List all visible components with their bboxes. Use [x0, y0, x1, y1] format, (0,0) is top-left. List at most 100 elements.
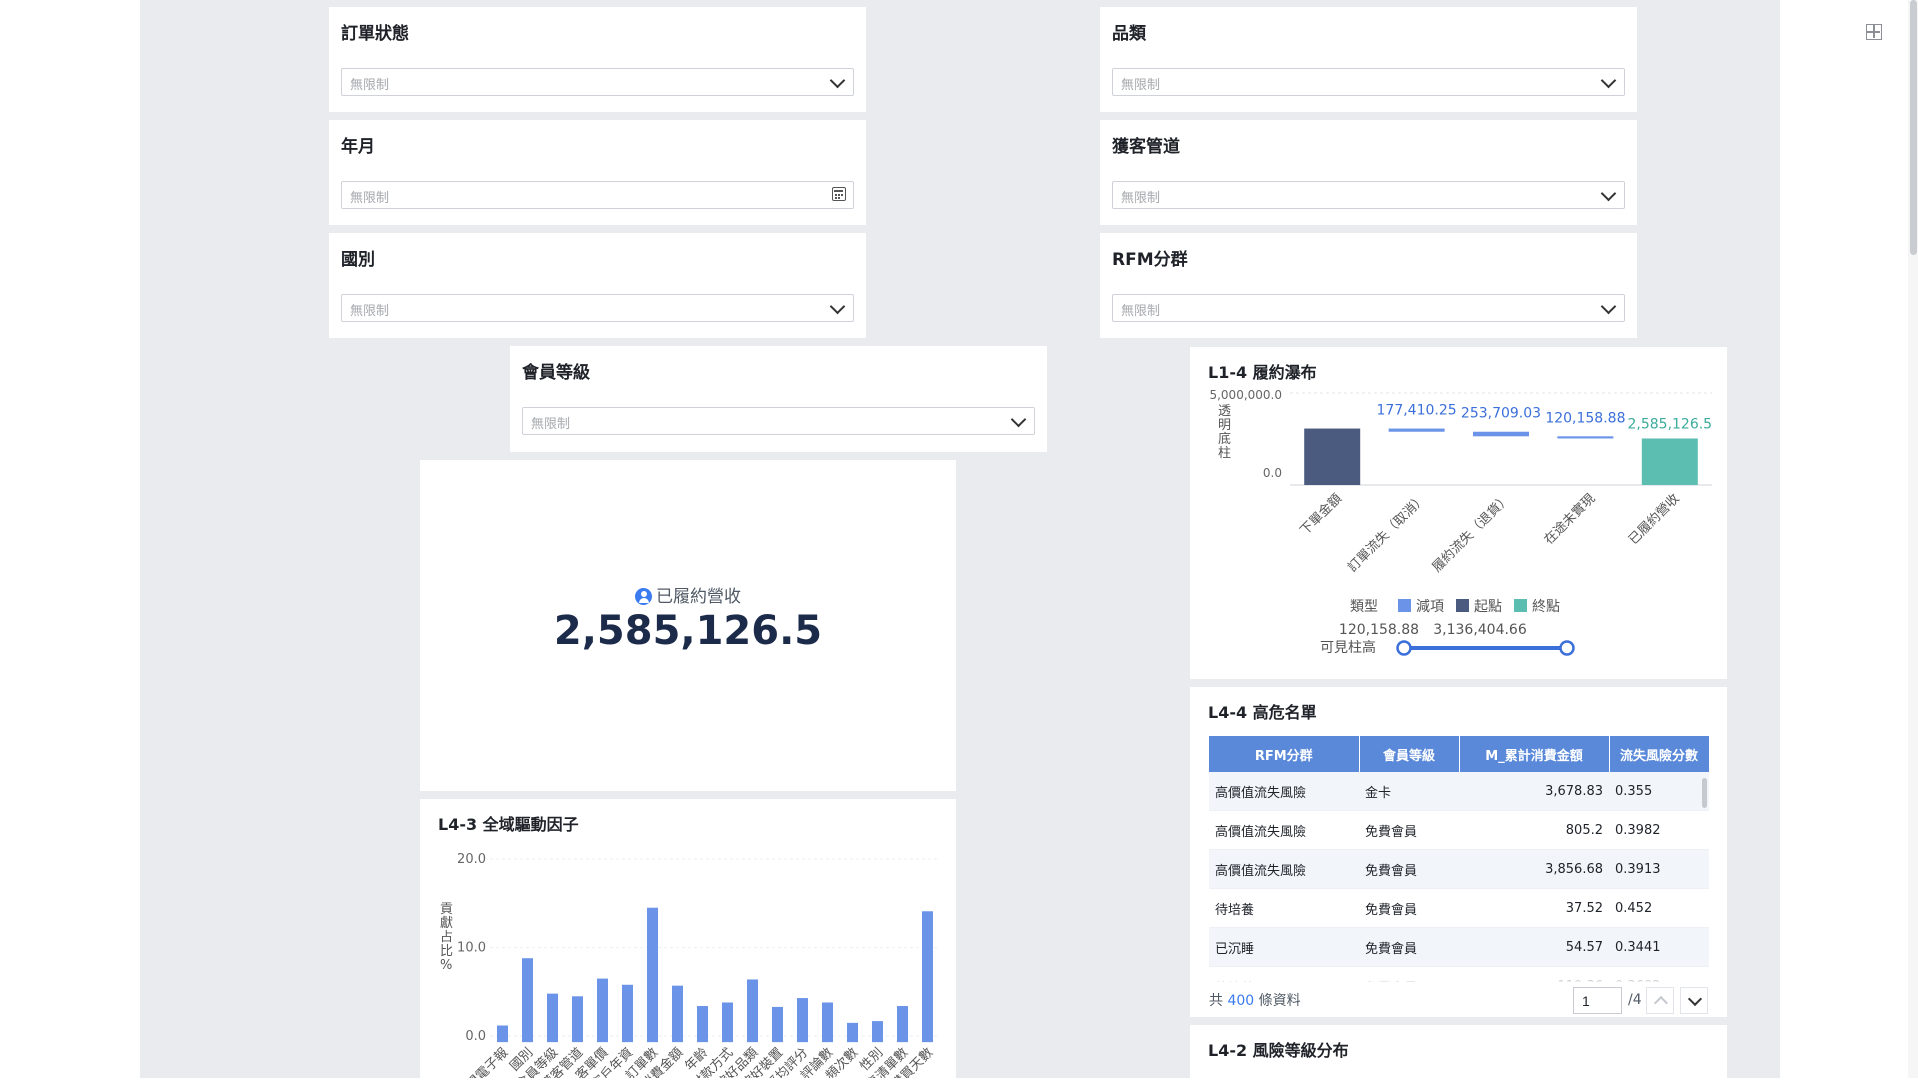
- filter-title: 獲客管道: [1112, 137, 1180, 157]
- driver-bar[interactable]: [747, 979, 758, 1043]
- table-cell: 免費會員: [1359, 849, 1459, 889]
- range-slider-min-handle[interactable]: [1396, 640, 1412, 656]
- table-cell: 高價值流失風險: [1209, 810, 1359, 850]
- page-scrollbar-thumb[interactable]: [1910, 0, 1917, 255]
- legend-label[interactable]: 起點: [1474, 599, 1502, 615]
- legend-swatch[interactable]: [1456, 599, 1469, 612]
- chevron-down-icon: [1600, 185, 1617, 202]
- select-placeholder: 無限制: [1121, 191, 1161, 206]
- waterfall-bar[interactable]: [1388, 428, 1445, 432]
- driver-bar[interactable]: [922, 911, 933, 1043]
- filter-channel: 獲客管道 無限制: [1100, 120, 1637, 225]
- driver-bar[interactable]: [572, 996, 583, 1043]
- filter-title: 品類: [1112, 24, 1146, 44]
- driver-bar[interactable]: [822, 1002, 833, 1043]
- table-row[interactable]: 高價值流失風險 金卡 3,678.83 0.355: [1209, 772, 1709, 811]
- category-select[interactable]: 無限制: [1112, 68, 1625, 96]
- table-row[interactable]: 已沉睡 免費會員 54.57 0.3441: [1209, 927, 1709, 967]
- waterfall-bar[interactable]: [1473, 431, 1529, 437]
- channel-select[interactable]: 無限制: [1112, 181, 1625, 209]
- legend-label[interactable]: 終點: [1532, 599, 1560, 615]
- driver-bar[interactable]: [697, 1006, 708, 1043]
- waterfall-bar[interactable]: [1557, 436, 1614, 439]
- driver-bar[interactable]: [622, 984, 633, 1043]
- member-level-select[interactable]: 無限制: [522, 407, 1035, 435]
- waterfall-bar[interactable]: [1304, 428, 1361, 485]
- driver-bar[interactable]: [597, 978, 608, 1043]
- page-number-input[interactable]: [1573, 987, 1622, 1014]
- order-status-select[interactable]: 無限制: [341, 68, 854, 96]
- total-count: 400: [1227, 993, 1255, 1009]
- x-tick-label: 下單金額: [1297, 491, 1345, 539]
- table-cell: 0.355: [1609, 772, 1709, 811]
- legend-label[interactable]: 減項: [1416, 598, 1444, 615]
- table-cell: 免費會員: [1359, 927, 1459, 967]
- column-header[interactable]: 會員等級: [1359, 736, 1460, 772]
- driver-bar[interactable]: [722, 1002, 733, 1043]
- table-row[interactable]: 待培養 免費會員 37.52 0.452: [1209, 888, 1709, 928]
- column-header[interactable]: M_累計消費金額: [1459, 736, 1610, 772]
- column-header[interactable]: RFM分群: [1209, 736, 1360, 772]
- right-gutter: [1780, 0, 1918, 1078]
- rfm-select[interactable]: 無限制: [1112, 294, 1625, 322]
- country-select[interactable]: 無限制: [341, 294, 854, 322]
- driver-bar[interactable]: [897, 1006, 908, 1043]
- y-tick-label: 0.0: [1263, 466, 1282, 480]
- legend-swatch[interactable]: [1398, 599, 1411, 612]
- select-placeholder: 無限制: [531, 417, 571, 432]
- table-cell: 37.52: [1459, 888, 1609, 928]
- filter-title: 會員等級: [522, 363, 590, 383]
- y-axis-label: 透明底柱: [1218, 404, 1231, 461]
- table-cell: 0.3982: [1609, 810, 1709, 850]
- select-placeholder: 無限制: [350, 191, 390, 206]
- driver-bar[interactable]: [872, 1021, 883, 1043]
- legend-title: 類型: [1350, 599, 1378, 615]
- high-risk-table-viewport[interactable]: RFM分群 會員等級 M_累計消費金額 流失風險分數 高價值流失風險 金卡 3,678.8…: [1209, 736, 1709, 982]
- table-cell: 免費會員: [1359, 888, 1459, 928]
- x-tick-label: 履約流失（退貨）: [1429, 491, 1514, 576]
- layout-toggle-icon[interactable]: [1866, 24, 1882, 40]
- range-label: 可見柱高: [1320, 639, 1376, 656]
- filter-category: 品類 無限制: [1100, 7, 1637, 112]
- table-cell: 54.57: [1459, 927, 1609, 967]
- x-tick-label: 訂單流失（取消）: [1345, 491, 1430, 576]
- bar-value-label: 177,410.25: [1377, 403, 1457, 419]
- table-cell: 高價值流失風險: [1209, 772, 1359, 811]
- prev-page-button[interactable]: [1646, 987, 1674, 1014]
- waterfall-bar[interactable]: [1641, 438, 1698, 485]
- driver-bar[interactable]: [797, 998, 808, 1043]
- x-tick-label: 訂閱電子報: [454, 1045, 511, 1078]
- driver-bar[interactable]: [847, 1022, 858, 1043]
- y-tick-label: 10.0: [457, 941, 486, 956]
- year-month-date-picker[interactable]: 無限制: [341, 181, 854, 209]
- page-scrollbar[interactable]: [1908, 0, 1918, 1078]
- legend-swatch[interactable]: [1514, 599, 1527, 612]
- table-cell: 805.2: [1459, 810, 1609, 850]
- y-tick-label: 5,000,000.0: [1209, 388, 1282, 402]
- driver-bar[interactable]: [647, 907, 658, 1043]
- table-cell: 0.3441: [1609, 927, 1709, 967]
- y-tick-label: 20.0: [457, 852, 486, 867]
- next-page-button[interactable]: [1680, 987, 1708, 1014]
- y-tick-label: 0.0: [465, 1029, 486, 1044]
- table-scrollbar[interactable]: [1702, 778, 1707, 808]
- driver-bar[interactable]: [497, 1025, 508, 1043]
- drivers-chart: 20.010.00.0貢獻占比%訂閱電子報國別會員等級獲客管道客單價客戶年資訂單…: [440, 852, 940, 1078]
- range-slider-max-handle[interactable]: [1559, 640, 1575, 656]
- range-max-label: 3,136,404.66: [1433, 622, 1527, 638]
- driver-bar[interactable]: [772, 1006, 783, 1043]
- driver-bar[interactable]: [522, 958, 533, 1043]
- column-header[interactable]: 流失風險分數: [1609, 736, 1709, 772]
- chevron-up-icon: [1653, 995, 1669, 1011]
- table-row[interactable]: 高價值流失風險 免費會員 805.2 0.3982: [1209, 810, 1709, 850]
- driver-bar[interactable]: [672, 985, 683, 1043]
- page-total: /4: [1628, 992, 1642, 1008]
- calendar-icon[interactable]: [832, 187, 846, 201]
- table-cell: 3,678.83: [1459, 772, 1609, 811]
- select-placeholder: 無限制: [1121, 304, 1161, 319]
- table-row[interactable]: 高價值流失風險 免費會員 3,856.68 0.3913: [1209, 849, 1709, 889]
- driver-bar[interactable]: [547, 993, 558, 1043]
- filter-country: 國別 無限制: [329, 233, 866, 338]
- filter-year-month: 年月 無限制: [329, 120, 866, 225]
- select-placeholder: 無限制: [350, 78, 390, 93]
